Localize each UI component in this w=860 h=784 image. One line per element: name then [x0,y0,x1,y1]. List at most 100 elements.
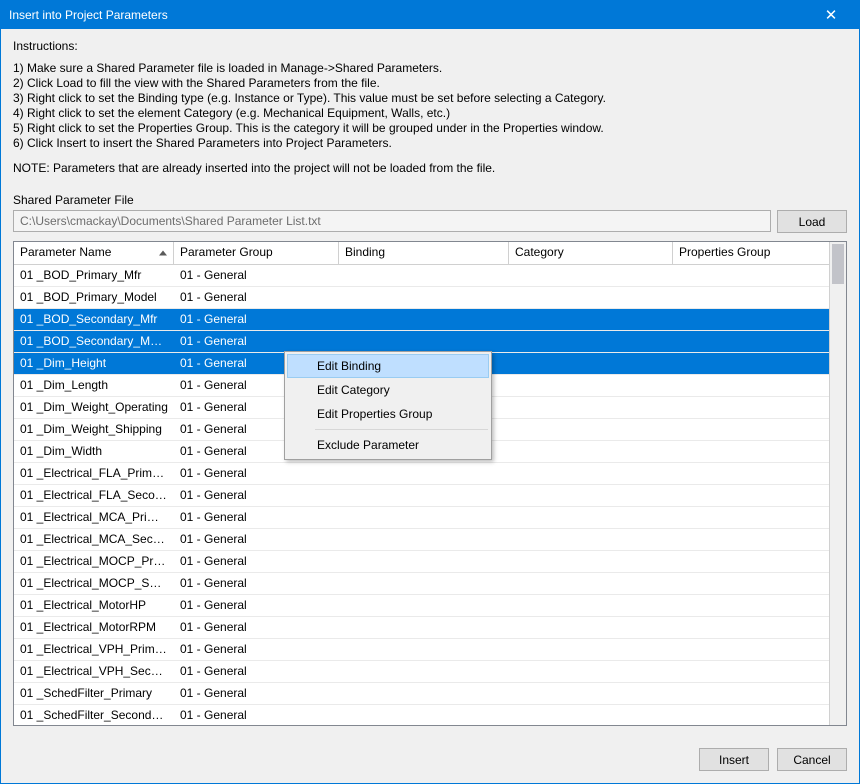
instructions-body: 1) Make sure a Shared Parameter file is … [13,61,847,151]
cell-parameter-name: 01 _Dim_Weight_Operating [14,397,174,418]
shared-file-label: Shared Parameter File [13,193,847,207]
cell-category [509,485,673,506]
cell-category [509,375,673,396]
cell-parameter-name: 01 _Dim_Width [14,441,174,462]
table-row[interactable]: 01 _Electrical_MotorRPM01 - General [14,617,829,639]
dialog-window: Insert into Project Parameters ✕ Instruc… [0,0,860,784]
column-header-name[interactable]: Parameter Name [14,242,174,264]
column-header-category[interactable]: Category [509,242,673,264]
cell-category [509,529,673,550]
table-row[interactable]: 01 _Electrical_MOCP_Primary01 - General [14,551,829,573]
scrollbar-thumb[interactable] [832,244,844,284]
cell-properties-group [673,331,829,352]
cell-category [509,441,673,462]
cell-binding [339,331,509,352]
menu-separator [315,429,488,430]
cell-properties-group [673,595,829,616]
cell-category [509,287,673,308]
cell-parameter-name: 01 _SchedFilter_Secondary [14,705,174,725]
column-header-group[interactable]: Parameter Group [174,242,339,264]
cell-binding [339,661,509,682]
cell-parameter-group: 01 - General [174,287,339,308]
cell-category [509,661,673,682]
cell-properties-group [673,375,829,396]
grid-body[interactable]: 01 _BOD_Primary_Mfr01 - General01 _BOD_P… [14,265,829,725]
cell-binding [339,507,509,528]
cell-binding [339,595,509,616]
cell-parameter-group: 01 - General [174,683,339,704]
cell-properties-group [673,419,829,440]
cell-parameter-name: 01 _SchedFilter_Primary [14,683,174,704]
dialog-footer: Insert Cancel [1,738,859,783]
cell-category [509,265,673,286]
file-row: C:\Users\cmackay\Documents\Shared Parame… [13,210,847,233]
table-row[interactable]: 01 _Electrical_MCA_Secondary01 - General [14,529,829,551]
menu-edit-binding[interactable]: Edit Binding [287,354,489,378]
cell-binding [339,265,509,286]
cell-parameter-name: 01 _BOD_Secondary_Model [14,331,174,352]
cell-parameter-name: 01 _Electrical_MOCP_Second... [14,573,174,594]
cell-parameter-group: 01 - General [174,617,339,638]
menu-exclude-parameter[interactable]: Exclude Parameter [287,433,489,457]
column-header-properties-group[interactable]: Properties Group [673,242,829,264]
shared-file-path-input[interactable]: C:\Users\cmackay\Documents\Shared Parame… [13,210,771,232]
cell-properties-group [673,705,829,725]
cell-category [509,463,673,484]
cell-parameter-name: 01 _Electrical_MotorHP [14,595,174,616]
table-row[interactable]: 01 _Electrical_MCA_Primary01 - General [14,507,829,529]
cell-properties-group [673,397,829,418]
table-row[interactable]: 01 _SchedFilter_Secondary01 - General [14,705,829,725]
menu-edit-properties-group[interactable]: Edit Properties Group [287,402,489,426]
cell-parameter-name: 01 _Electrical_VPH_Primary [14,639,174,660]
table-row[interactable]: 01 _SchedFilter_Primary01 - General [14,683,829,705]
table-row[interactable]: 01 _Electrical_MOCP_Second...01 - Genera… [14,573,829,595]
table-row[interactable]: 01 _BOD_Primary_Mfr01 - General [14,265,829,287]
table-row[interactable]: 01 _BOD_Secondary_Model01 - General [14,331,829,353]
cell-properties-group [673,529,829,550]
cell-category [509,331,673,352]
grid-header: Parameter Name Parameter Group Binding C… [14,242,829,265]
cell-parameter-group: 01 - General [174,485,339,506]
window-title: Insert into Project Parameters [9,8,168,22]
cell-binding [339,529,509,550]
table-row[interactable]: 01 _Electrical_VPH_Primary01 - General [14,639,829,661]
cell-parameter-name: 01 _Electrical_VPH_Secondary [14,661,174,682]
cell-binding [339,617,509,638]
cell-parameter-name: 01 _BOD_Secondary_Mfr [14,309,174,330]
table-row[interactable]: 01 _Electrical_FLA_Secondary01 - General [14,485,829,507]
column-header-binding[interactable]: Binding [339,242,509,264]
cell-properties-group [673,551,829,572]
cell-category [509,507,673,528]
menu-edit-category[interactable]: Edit Category [287,378,489,402]
cell-properties-group [673,485,829,506]
cell-binding [339,309,509,330]
cancel-button[interactable]: Cancel [777,748,847,771]
cell-binding [339,705,509,725]
cell-parameter-group: 01 - General [174,551,339,572]
cell-category [509,573,673,594]
close-icon[interactable]: ✕ [811,6,851,24]
parameter-grid: Parameter Name Parameter Group Binding C… [13,241,847,726]
cell-parameter-name: 01 _Electrical_FLA_Primary [14,463,174,484]
cell-properties-group [673,639,829,660]
cell-parameter-group: 01 - General [174,639,339,660]
cell-parameter-group: 01 - General [174,331,339,352]
table-row[interactable]: 01 _Electrical_MotorHP01 - General [14,595,829,617]
insert-button[interactable]: Insert [699,748,769,771]
cell-properties-group [673,617,829,638]
table-row[interactable]: 01 _Electrical_FLA_Primary01 - General [14,463,829,485]
vertical-scrollbar[interactable] [829,242,846,725]
load-button[interactable]: Load [777,210,847,233]
cell-parameter-group: 01 - General [174,507,339,528]
cell-properties-group [673,441,829,462]
cell-properties-group [673,573,829,594]
cell-category [509,353,673,374]
cell-properties-group [673,661,829,682]
cell-binding [339,573,509,594]
cell-category [509,639,673,660]
titlebar: Insert into Project Parameters ✕ [1,1,859,29]
table-row[interactable]: 01 _BOD_Primary_Model01 - General [14,287,829,309]
table-row[interactable]: 01 _BOD_Secondary_Mfr01 - General [14,309,829,331]
table-row[interactable]: 01 _Electrical_VPH_Secondary01 - General [14,661,829,683]
cell-category [509,683,673,704]
